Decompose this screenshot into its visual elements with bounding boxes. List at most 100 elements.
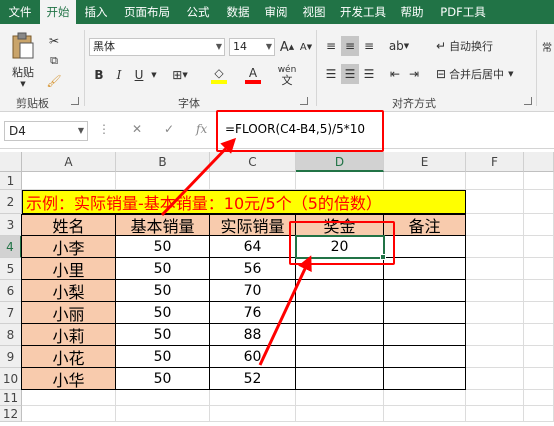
grid-cell[interactable] bbox=[524, 324, 554, 346]
worksheet-grid[interactable]: A B C D E F 1 2 3 4 5 6 7 8 9 10 11 12 示例：实际销量-基本销量：10元/5个… bbox=[0, 152, 554, 426]
grid-cell[interactable] bbox=[116, 172, 210, 190]
column-header-B[interactable]: B bbox=[116, 152, 210, 172]
grid-cell[interactable] bbox=[466, 172, 524, 190]
ribbon-tab-1[interactable]: 开始 bbox=[40, 0, 76, 24]
row-header-10[interactable]: 10 bbox=[0, 368, 22, 390]
base-sales-cell[interactable]: 50 bbox=[116, 346, 210, 368]
grid-cell[interactable] bbox=[384, 390, 466, 406]
grid-cell[interactable] bbox=[296, 172, 384, 190]
column-header-A[interactable]: A bbox=[22, 152, 116, 172]
grid-cell[interactable] bbox=[466, 346, 524, 368]
row-header-3[interactable]: 3 bbox=[0, 214, 22, 236]
enter-icon[interactable]: ✓ bbox=[164, 122, 174, 136]
grid-cell[interactable] bbox=[524, 302, 554, 324]
format-painter-button[interactable]: 🖌 bbox=[44, 72, 64, 90]
ribbon-tab-3[interactable]: 页面布局 bbox=[116, 0, 178, 24]
ribbon-tab-6[interactable]: 审阅 bbox=[258, 0, 294, 24]
cancel-icon[interactable]: ✕ bbox=[132, 122, 142, 136]
grid-cell[interactable] bbox=[466, 390, 524, 406]
base-sales-cell[interactable]: 50 bbox=[116, 280, 210, 302]
row-header-4[interactable]: 4 bbox=[0, 236, 22, 258]
number-format-button[interactable]: 常 bbox=[540, 36, 554, 56]
underline-options-button[interactable]: ▼ bbox=[149, 66, 159, 84]
base-sales-cell[interactable]: 50 bbox=[116, 258, 210, 280]
align-right-button[interactable]: ☰ bbox=[360, 64, 378, 84]
ribbon-tab-7[interactable]: 视图 bbox=[294, 0, 334, 24]
phonetic-guide-button[interactable]: wén 文 bbox=[272, 64, 302, 86]
orientation-button[interactable]: ab ▼ bbox=[386, 36, 412, 56]
employee-name-cell[interactable]: 小里 bbox=[22, 258, 116, 280]
actual-sales-cell[interactable]: 64 bbox=[210, 236, 296, 258]
grid-cell[interactable] bbox=[116, 390, 210, 406]
font-name-combo[interactable]: 黑体 ▼ bbox=[89, 38, 225, 56]
grid-cell[interactable] bbox=[466, 302, 524, 324]
shrink-font-button[interactable]: A ▼ bbox=[298, 38, 314, 56]
note-cell[interactable] bbox=[384, 236, 466, 258]
grid-cell[interactable] bbox=[524, 346, 554, 368]
ribbon-tab-0[interactable]: 文件 bbox=[0, 0, 40, 24]
grid-cell[interactable] bbox=[296, 406, 384, 422]
grid-cell[interactable] bbox=[524, 214, 554, 236]
grid-cell[interactable] bbox=[296, 390, 384, 406]
italic-button[interactable]: I bbox=[110, 66, 128, 84]
decrease-indent-button[interactable]: ⇤ bbox=[386, 64, 404, 84]
grid-cell[interactable] bbox=[524, 390, 554, 406]
note-cell[interactable] bbox=[384, 324, 466, 346]
wrap-text-button[interactable]: ↵ 自动换行 bbox=[436, 36, 502, 56]
row-header-6[interactable]: 6 bbox=[0, 280, 22, 302]
grid-cell[interactable] bbox=[22, 406, 116, 422]
grid-cell[interactable] bbox=[466, 368, 524, 390]
name-box[interactable]: D4 ▼ bbox=[4, 121, 88, 141]
alignment-dialog-launcher[interactable] bbox=[524, 97, 532, 105]
grid-cell[interactable] bbox=[524, 406, 554, 422]
actual-sales-cell[interactable]: 60 bbox=[210, 346, 296, 368]
grid-cell[interactable] bbox=[210, 406, 296, 422]
row-header-2[interactable]: 2 bbox=[0, 190, 22, 214]
employee-name-cell[interactable]: 小梨 bbox=[22, 280, 116, 302]
bonus-cell[interactable] bbox=[296, 324, 384, 346]
note-cell[interactable] bbox=[384, 258, 466, 280]
actual-sales-cell[interactable]: 56 bbox=[210, 258, 296, 280]
note-cell[interactable] bbox=[384, 302, 466, 324]
align-middle-button[interactable]: ≡ bbox=[341, 36, 359, 56]
grid-cell[interactable] bbox=[524, 280, 554, 302]
formula-input[interactable]: =FLOOR(C4-B4,5)/5*10 bbox=[225, 122, 365, 136]
grid-cell[interactable] bbox=[384, 406, 466, 422]
grid-cell[interactable] bbox=[116, 406, 210, 422]
column-header-C[interactable]: C bbox=[210, 152, 296, 172]
employee-name-cell[interactable]: 小莉 bbox=[22, 324, 116, 346]
paste-button[interactable]: 粘贴 ▼ bbox=[6, 30, 40, 90]
bold-button[interactable]: B bbox=[90, 66, 108, 84]
grid-cell[interactable] bbox=[466, 280, 524, 302]
row-header-7[interactable]: 7 bbox=[0, 302, 22, 324]
row-header-9[interactable]: 9 bbox=[0, 346, 22, 368]
ribbon-tab-2[interactable]: 插入 bbox=[76, 0, 116, 24]
ribbon-tab-10[interactable]: PDF工具 bbox=[432, 0, 494, 24]
employee-name-cell[interactable]: 小李 bbox=[22, 236, 116, 258]
note-cell[interactable] bbox=[384, 368, 466, 390]
font-color-button[interactable]: A bbox=[240, 64, 266, 86]
grid-cell[interactable] bbox=[466, 258, 524, 280]
base-sales-cell[interactable]: 50 bbox=[116, 324, 210, 346]
font-dialog-launcher[interactable] bbox=[300, 97, 308, 105]
column-header-D[interactable]: D bbox=[296, 152, 384, 172]
actual-sales-cell[interactable]: 76 bbox=[210, 302, 296, 324]
bonus-cell[interactable] bbox=[296, 368, 384, 390]
grid-cell[interactable] bbox=[524, 258, 554, 280]
insert-function-icon[interactable]: fx bbox=[196, 122, 207, 136]
base-sales-cell[interactable]: 50 bbox=[116, 368, 210, 390]
employee-name-cell[interactable]: 小丽 bbox=[22, 302, 116, 324]
clipboard-dialog-launcher[interactable] bbox=[71, 97, 79, 105]
base-sales-cell[interactable]: 50 bbox=[116, 236, 210, 258]
merge-center-button[interactable]: ⊟ 合并后居中 ▼ bbox=[436, 64, 536, 84]
row-header-5[interactable]: 5 bbox=[0, 258, 22, 280]
align-left-button[interactable]: ☰ bbox=[322, 64, 340, 84]
employee-name-cell[interactable]: 小花 bbox=[22, 346, 116, 368]
grid-cell[interactable] bbox=[384, 172, 466, 190]
copy-button[interactable]: ⧉ bbox=[44, 52, 64, 70]
borders-button[interactable]: ⊞ ▼ bbox=[166, 66, 194, 84]
select-all-corner[interactable] bbox=[0, 152, 22, 172]
bonus-cell[interactable] bbox=[296, 302, 384, 324]
grid-cell[interactable] bbox=[466, 406, 524, 422]
bonus-cell[interactable] bbox=[296, 346, 384, 368]
